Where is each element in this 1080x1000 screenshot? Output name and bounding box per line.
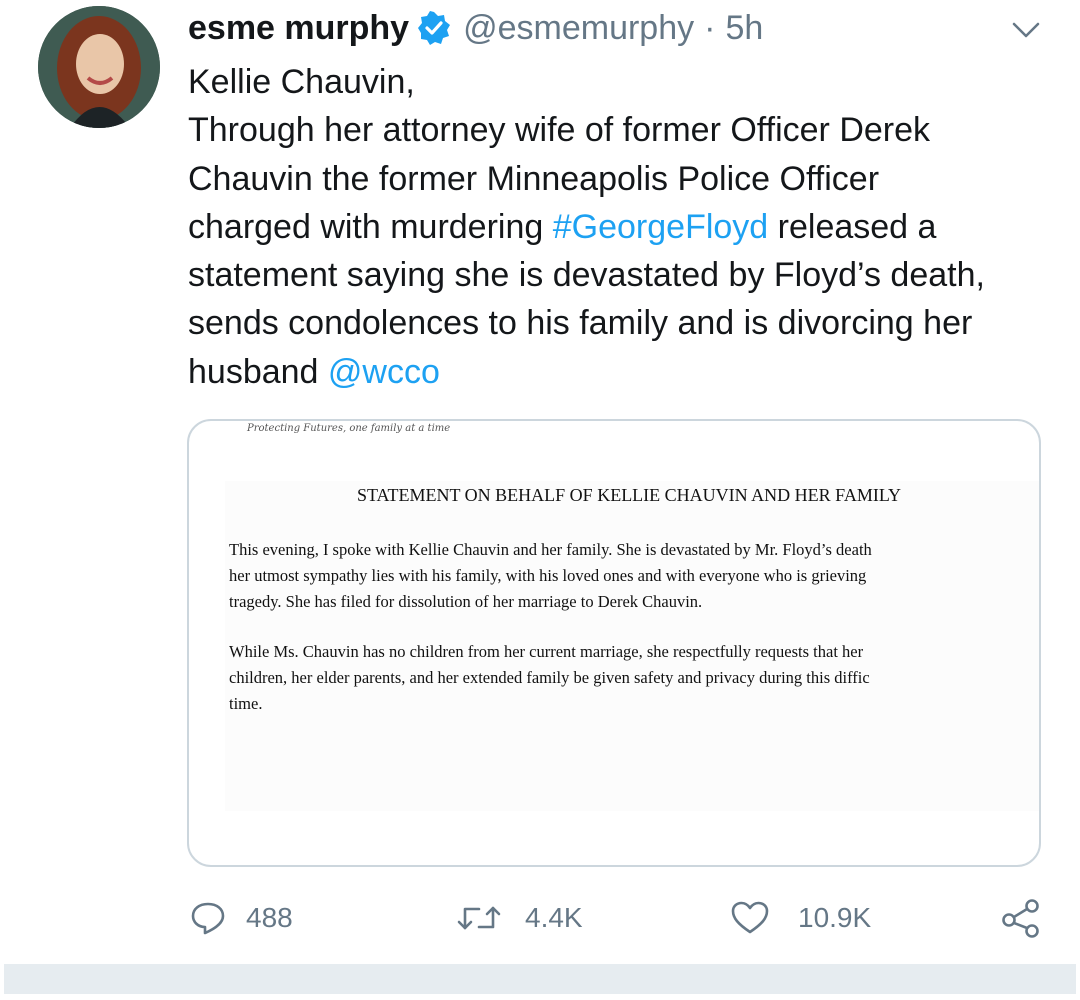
author-name[interactable]: esme murphy <box>188 9 409 48</box>
like-icon <box>731 901 769 934</box>
chevron-down-icon[interactable] <box>1010 18 1042 42</box>
document-line: While Ms. Chauvin has no children from h… <box>229 642 864 661</box>
tweet-text-fragment: released a <box>768 207 937 246</box>
tweet-line: husband @wcco <box>188 348 1058 396</box>
tweet-line: charged with murdering #GeorgeFloyd rele… <box>188 203 1058 251</box>
share-icon <box>1002 899 1039 938</box>
reply-icon <box>191 902 225 935</box>
tweet-line: statement saying she is devastated by Fl… <box>188 256 985 295</box>
feed-separator <box>4 964 1076 994</box>
reply-button[interactable]: 488 <box>190 895 293 941</box>
tweet-header: esme murphy @esmemurphy · 5h <box>188 8 763 48</box>
mention-link[interactable]: @wcco <box>328 353 440 391</box>
tweet-line: Through her attorney wife of former Offi… <box>188 111 931 150</box>
tweet-text-fragment: husband <box>188 352 328 391</box>
document-line: This evening, I spoke with Kellie Chauvi… <box>229 540 872 559</box>
document-paragraph-2: While Ms. Chauvin has no children from h… <box>229 639 1039 717</box>
avatar[interactable] <box>38 6 160 128</box>
retweet-count: 4.4K <box>525 902 583 933</box>
retweet-button[interactable]: 4.4K <box>455 895 583 941</box>
like-count: 10.9K <box>798 902 872 933</box>
document-line: her utmost sympathy lies with his family… <box>229 566 867 585</box>
document-header: Protecting Futures, one family at a time <box>247 423 451 434</box>
tweet-text: Kellie Chauvin, Through her attorney wife… <box>188 58 1058 396</box>
tweet-line: sends condolences to his family and is d… <box>188 304 973 343</box>
document-title: STATEMENT ON BEHALF OF KELLIE CHAUVIN AN… <box>356 485 902 505</box>
media-image[interactable]: Protecting Futures, one family at a time… <box>187 419 1041 867</box>
hashtag-link[interactable]: #GeorgeFloyd <box>553 208 768 246</box>
reply-count: 488 <box>246 902 293 933</box>
tweet-line: Chauvin the former Minneapolis Police Of… <box>188 159 880 198</box>
document-line: tragedy. She has filed for dissolution o… <box>229 592 703 611</box>
retweet-icon <box>457 906 501 930</box>
document-line: time. <box>229 694 263 713</box>
verified-badge-icon <box>417 11 451 45</box>
tweet-line: Kellie Chauvin, <box>188 63 415 101</box>
tweet-text-fragment: charged with murdering <box>188 207 553 246</box>
author-handle[interactable]: @esmemurphy <box>463 9 694 48</box>
document-line: children, her elder parents, and her ext… <box>229 668 870 687</box>
like-button[interactable]: 10.9K <box>730 895 871 941</box>
tweet-timestamp[interactable]: 5h <box>725 9 763 48</box>
separator-dot: · <box>704 8 716 47</box>
document-paragraph-1: This evening, I spoke with Kellie Chauvi… <box>229 537 1039 615</box>
share-button[interactable] <box>1000 895 1042 941</box>
tweet-actions: 488 4.4K 10.9K <box>0 895 1080 945</box>
